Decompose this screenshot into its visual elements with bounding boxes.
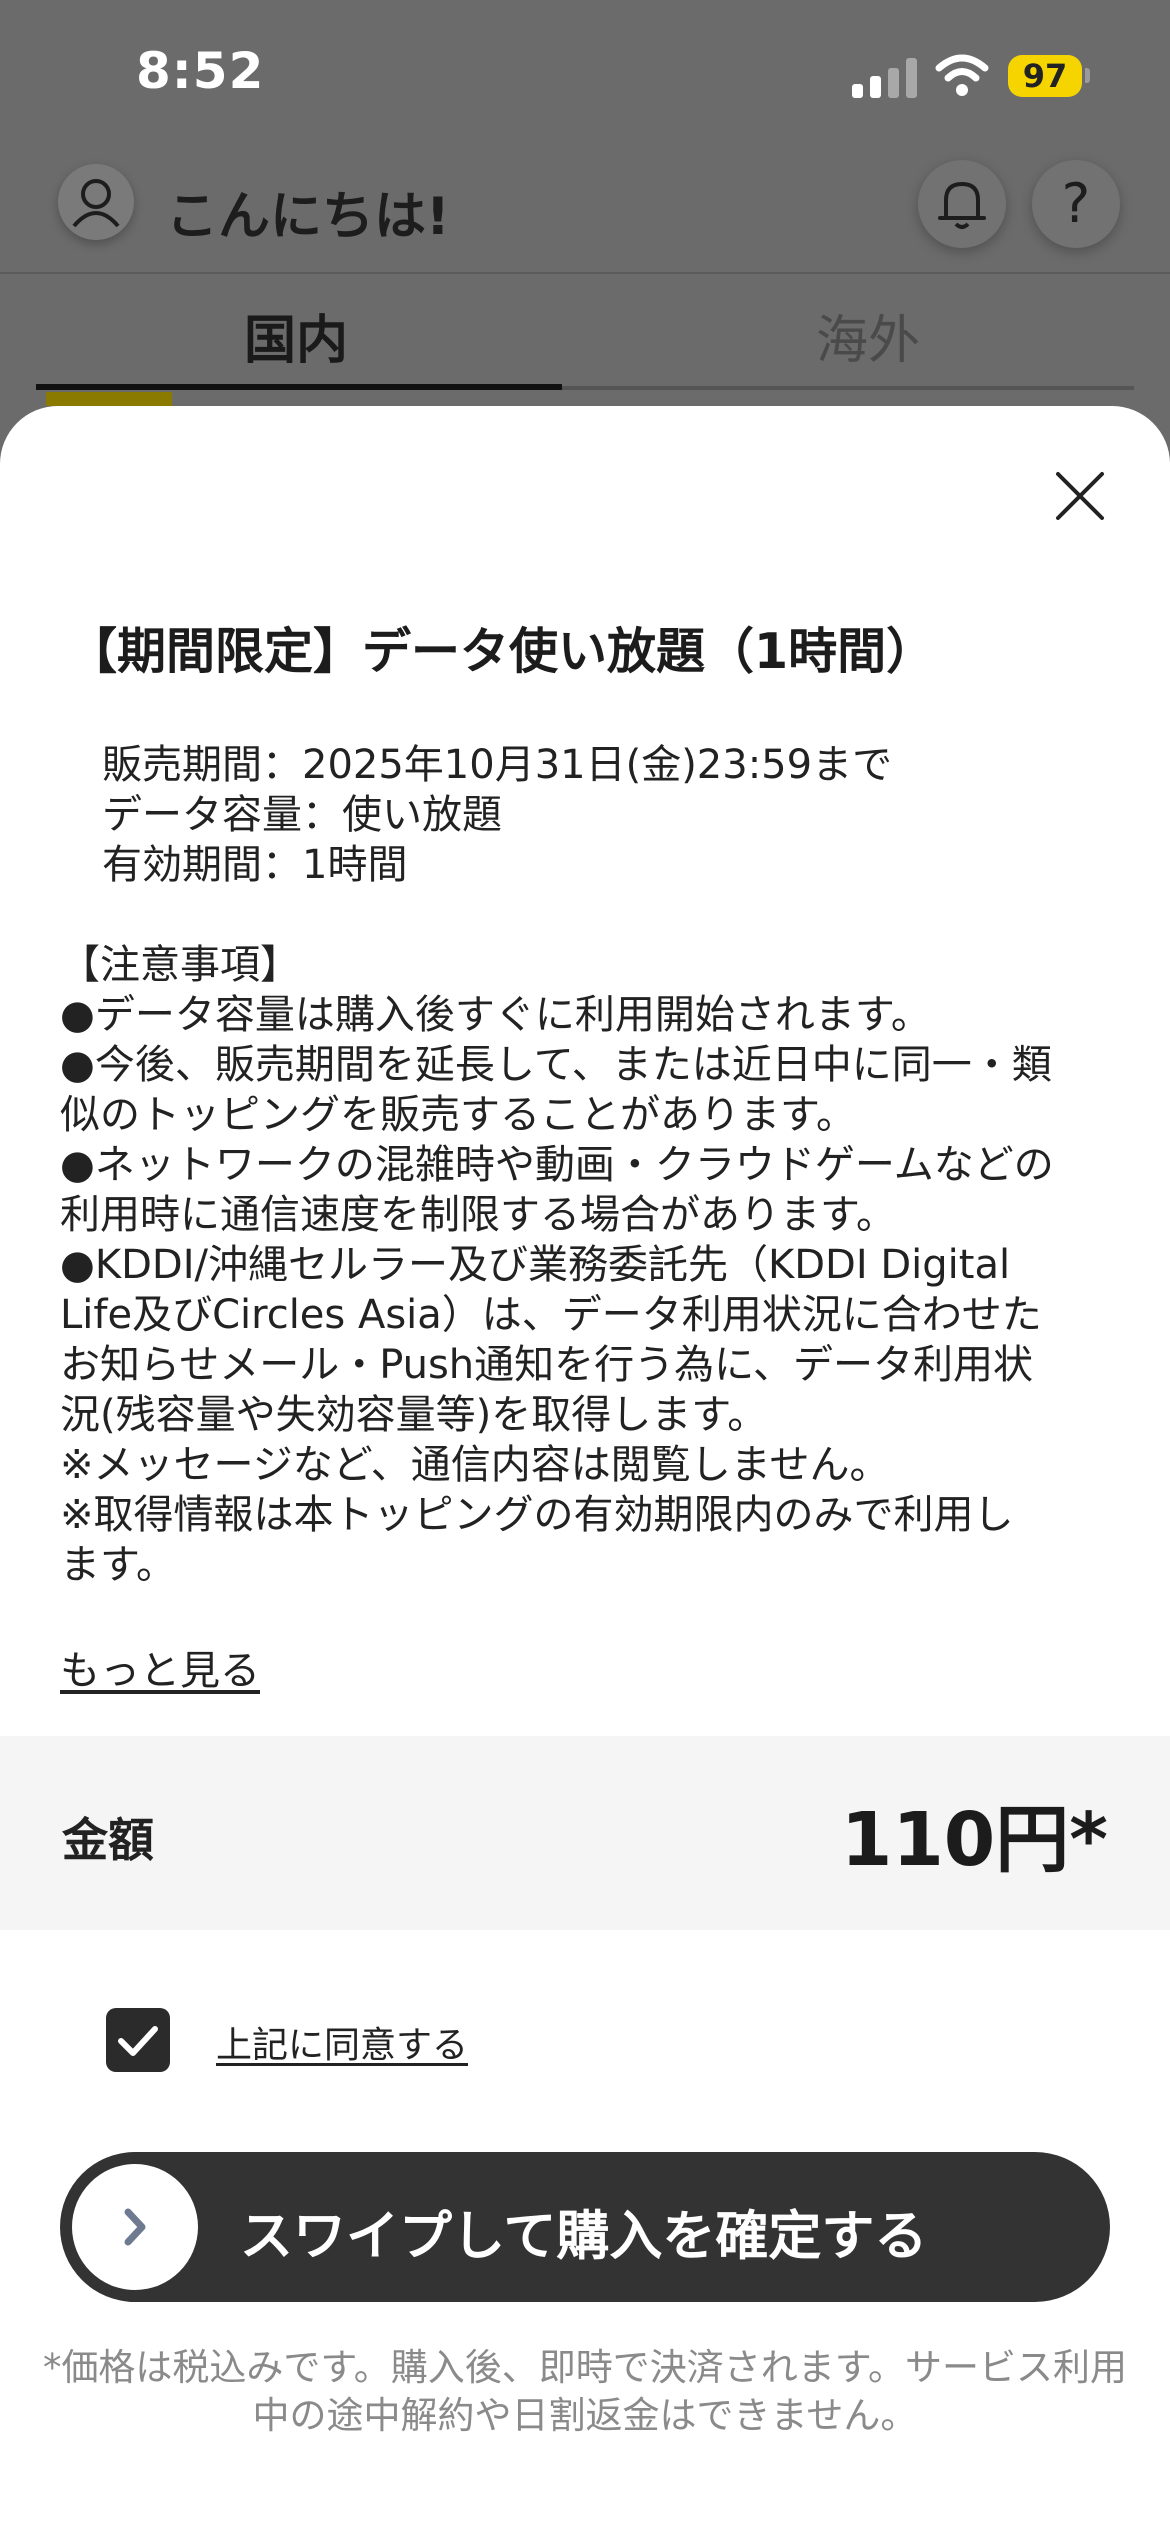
notes-line: ます。 (60, 1542, 176, 1588)
notes-line: Life及びCircles Asia）は、データ利用状況に合わせた (60, 1292, 1042, 1338)
greeting-text: こんにちは! (166, 187, 450, 247)
profile-button[interactable] (58, 164, 134, 240)
region-tabs: 国内 海外 (0, 274, 1170, 394)
notes-line: 利用時に通信速度を制限する場合があります。 (60, 1192, 896, 1238)
data-capacity: データ容量：使い放題 (102, 792, 502, 838)
help-button[interactable]: ? (1032, 160, 1120, 248)
notes-line: お知らせメール・Push通知を行う為に、データ利用状 (60, 1342, 1033, 1388)
price-value: 110円* (840, 1797, 1108, 1883)
swipe-to-purchase-slider[interactable]: スワイプして購入を確定する (60, 2152, 1110, 2302)
notes-line: ●KDDI/沖縄セルラー及び業務委託先（KDDI Digital (60, 1242, 1011, 1288)
agree-checkbox[interactable] (106, 2008, 170, 2072)
notes-line: ●データ容量は購入後すぐに利用開始されます。 (60, 992, 931, 1038)
tab-overseas[interactable]: 海外 (816, 298, 920, 373)
notifications-button[interactable] (918, 160, 1006, 248)
battery-tip (1085, 68, 1090, 83)
sales-period: 販売期間：2025年10月31日(金)23:59まで (102, 742, 893, 788)
agree-terms-link[interactable]: 上記に同意する (216, 2016, 468, 2068)
show-more-link[interactable]: もっと見る (60, 1638, 260, 1696)
swipe-handle[interactable] (72, 2164, 198, 2290)
status-bar: 8:52 97 (0, 0, 1170, 150)
notes-line: ※メッセージなど、通信内容は閲覧しません。 (60, 1442, 890, 1488)
price-label: 金額 (62, 1813, 154, 1867)
checkmark-icon (118, 2026, 158, 2056)
cellular-signal-icon (852, 58, 918, 98)
notes-line: ●今後、販売期間を延長して、または近日中に同一・類 (60, 1042, 1052, 1088)
inactive-tab-indicator (562, 386, 1134, 390)
notes-line: ●ネットワークの混雑時や動画・クラウドゲームなどの (60, 1142, 1054, 1188)
plan-title: 【期間限定】データ使い放題（1時間） (68, 623, 936, 680)
wifi-icon (935, 54, 989, 96)
app-header: こんにちは! ? (0, 160, 1170, 274)
bell-icon (938, 182, 986, 229)
user-icon (72, 179, 120, 228)
price-footnote: *価格は税込みです。購入後、即時で決済されます。サービス利用中の途中解約や日割返… (42, 2346, 1128, 2437)
chevron-right-icon (124, 2208, 146, 2246)
notes-line: 似のトッピングを販売することがあります。 (60, 1092, 856, 1138)
plan-summary: 販売期間：2025年10月31日(金)23:59まで データ容量：使い放題 有効… (102, 740, 892, 890)
notes-line: 況(残容量や失効容量等)を取得します。 (60, 1392, 768, 1438)
notes-section: 【注意事項】 ●データ容量は購入後すぐに利用開始されます。 ●今後、販売期間を延… (60, 940, 1130, 1590)
notes-heading: 【注意事項】 (60, 942, 300, 988)
active-tab-indicator (36, 384, 562, 390)
battery-level: 97 (1008, 55, 1082, 97)
swipe-label: スワイプして購入を確定する (240, 2206, 928, 2267)
screen: 8:52 97 こんにちは! ? 国内 海外 【期間限定】データ使い放題（1時間… (0, 0, 1170, 2532)
price-row: 金額 110円* (0, 1736, 1170, 1930)
tab-domestic[interactable]: 国内 (244, 298, 348, 373)
status-time: 8:52 (136, 42, 265, 100)
close-icon[interactable] (1052, 468, 1108, 524)
accent-strip (46, 392, 172, 406)
validity-period: 有効期間：1時間 (102, 842, 408, 888)
notes-line: ※取得情報は本トッピングの有効期限内のみで利用し (60, 1492, 1014, 1538)
